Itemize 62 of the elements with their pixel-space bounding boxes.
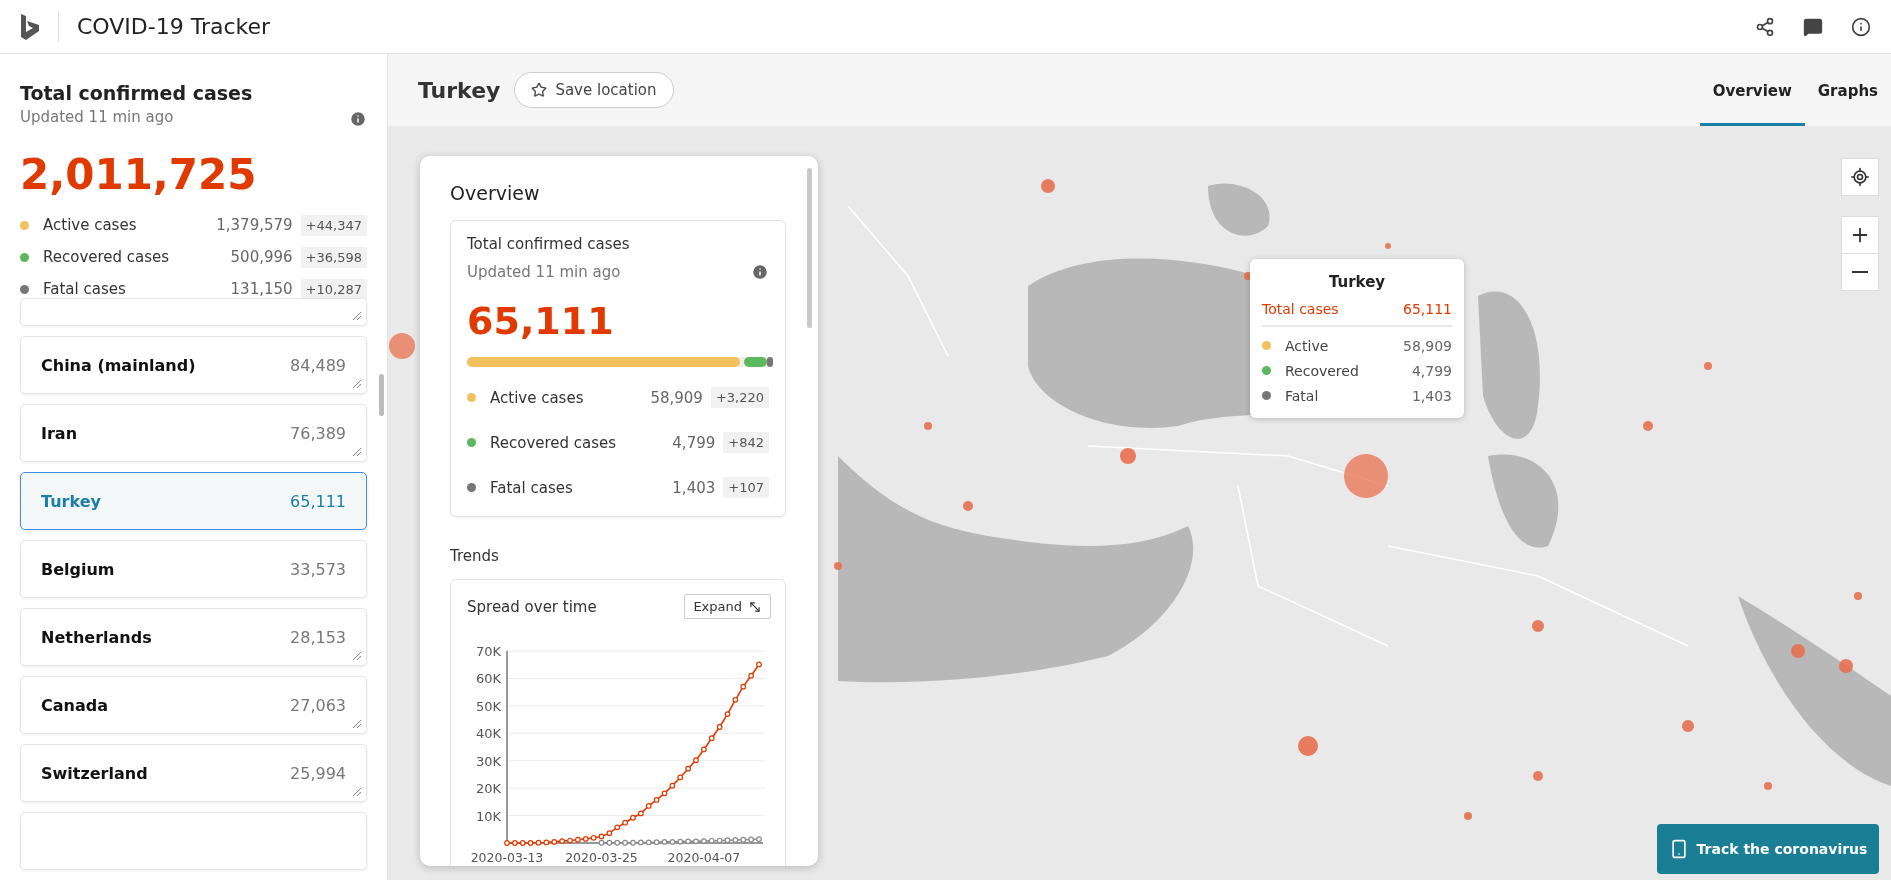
card-title: Total confirmed cases [467,235,630,253]
tooltip-value: 65,111 [1403,301,1452,317]
location-name: Switzerland [41,763,148,783]
tooltip-label: Total cases [1262,301,1339,317]
tooltip-value: 1,403 [1411,387,1452,404]
change-badge: +842 [723,432,769,453]
location-name: Turkey [41,491,101,511]
legend-label: Active cases [490,388,585,407]
legend-value: 58,909 [650,388,703,407]
y-tick-label: 30K [475,753,501,769]
location-count: 65,111 [290,491,346,511]
location-count: 84,489 [290,355,346,375]
location-name: China (mainland) [41,355,196,375]
y-tick-label: 70K [475,644,501,659]
updated-time: Updated 11 min ago [20,108,175,126]
tooltip-value: 4,799 [1411,362,1452,379]
x-tick-label: 2020-03-25 [565,850,638,865]
change-badge: +3,220 [710,387,769,408]
y-tick-label: 20K [475,781,501,797]
total-count: 65,111 [467,299,615,343]
location-name: Iran [41,423,78,443]
location-count: 33,573 [290,559,346,579]
tooltip-label: Fatal [1285,387,1320,404]
change-badge: +107 [723,477,769,498]
legend-value: 500,996 [230,248,293,266]
x-tick-label: 2020-03-13 [470,850,544,865]
change-badge: +10,287 [300,278,367,300]
location-count: 28,153 [290,627,346,647]
location-count: 25,994 [290,763,346,783]
legend-label: Active cases [43,216,138,234]
y-tick-label: 60K [475,671,501,687]
legend-label: Fatal cases [43,280,127,298]
change-badge: +36,598 [300,246,367,268]
chart-title: Spread over time [467,597,597,616]
y-tick-label: 50K [475,698,501,714]
legend-value: 1,379,579 [216,216,293,234]
y-tick-label: 40K [475,726,501,742]
x-tick-label: 2020-04-07 [667,850,741,865]
section-title: Trends [450,547,500,565]
location-count: 27,063 [290,695,346,715]
location-name: Canada [41,695,108,715]
location-count: 76,389 [290,423,346,443]
legend-value: 4,799 [672,433,716,452]
legend-label: Recovered cases [490,433,618,452]
legend-label: Recovered cases [43,248,171,266]
total-count: 2,011,725 [20,150,258,199]
location-name: Belgium [41,559,115,579]
change-badge: +44,347 [300,214,367,236]
legend-value: 131,150 [230,280,293,298]
legend-label: Fatal cases [490,478,574,497]
location-name: Netherlands [41,627,152,647]
app-title: COVID-19 Tracker [77,14,272,39]
location-title: Turkey [418,77,501,103]
tooltip-value: 58,909 [1403,337,1452,354]
tooltip-title: Turkey [1327,273,1387,291]
updated-time: Updated 11 min ago [467,263,622,281]
section-title: Total confirmed cases [20,82,253,104]
tooltip-label: Active [1285,337,1330,354]
y-tick-label: 10K [475,808,501,824]
tooltip-label: Recovered [1285,362,1360,379]
legend-value: 1,403 [672,478,716,497]
panel-title: Overview [450,182,541,204]
